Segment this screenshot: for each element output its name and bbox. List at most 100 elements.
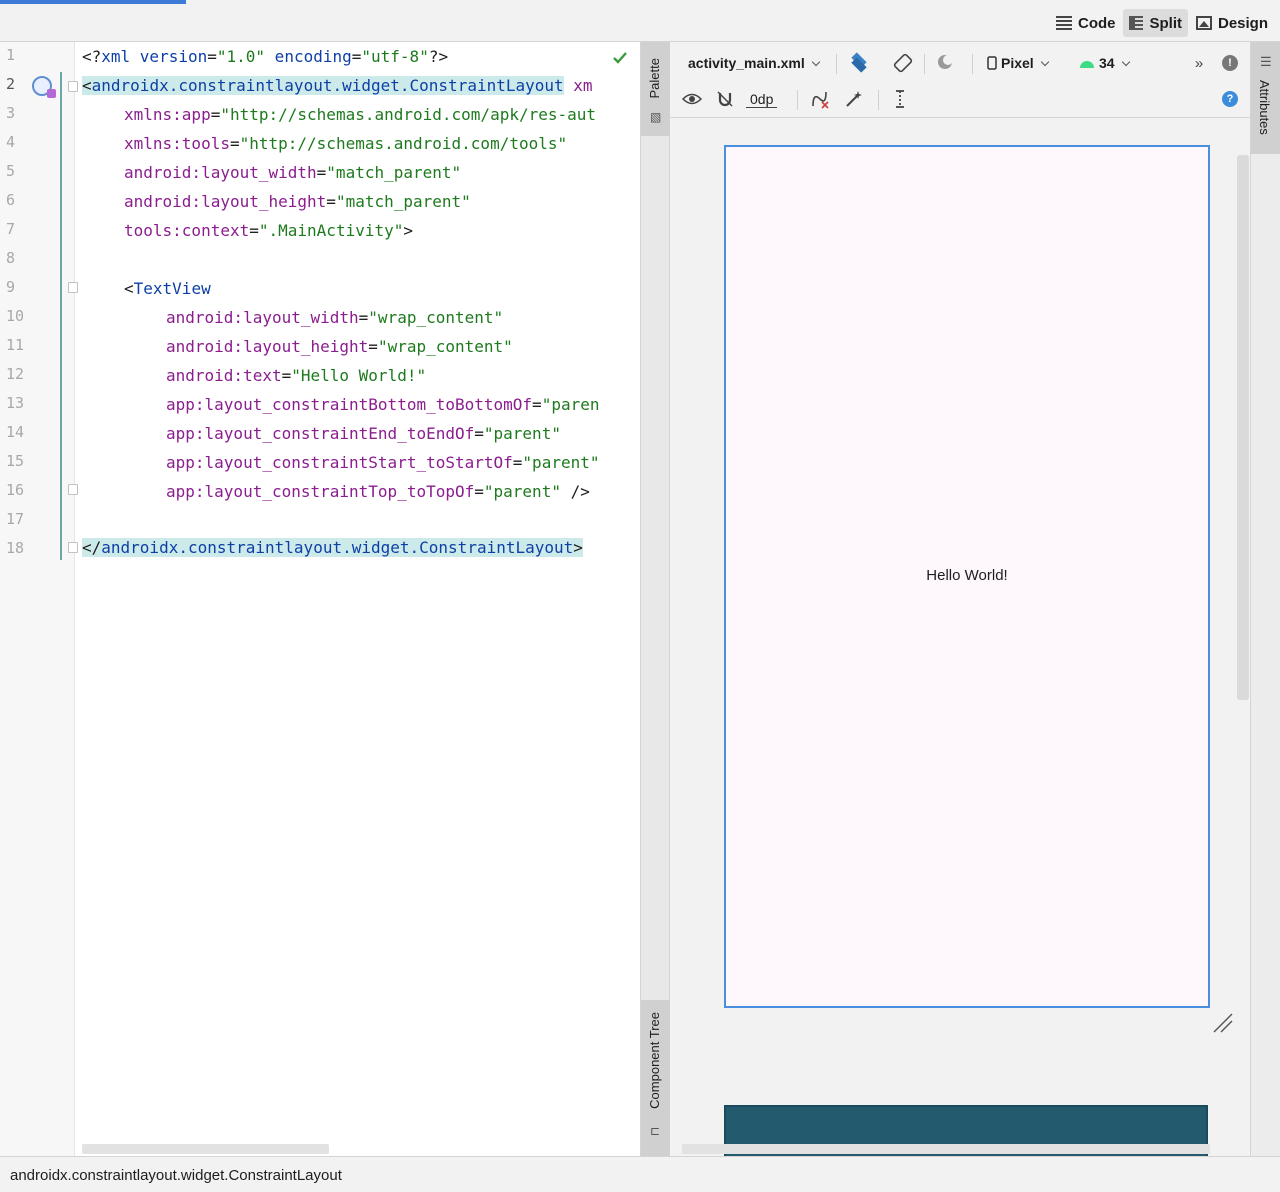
attributes-tab[interactable]: ☰ Attributes [1251,42,1280,154]
line-number: 3 [6,104,16,122]
resize-handle-icon[interactable] [1210,1010,1236,1036]
code-mode-button[interactable]: Code [1050,9,1122,37]
split-mode-label: Split [1149,14,1182,32]
api-level-label: 34 [1099,55,1115,71]
code-line-4[interactable]: xmlns:tools="http://schemas.android.com/… [124,132,567,156]
code-line-15[interactable]: app:layout_constraintStart_toStartOf="pa… [166,451,599,475]
fold-marker-icon[interactable] [68,81,78,92]
api-level-dropdown[interactable]: 34 [1079,55,1130,71]
fold-marker-icon[interactable] [68,484,78,495]
code-line-16[interactable]: app:layout_constraintTop_toTopOf="parent… [166,480,590,504]
more-icon[interactable]: » [1187,51,1211,75]
line-number: 16 [6,481,25,499]
code-line-6[interactable]: android:layout_height="match_parent" [124,190,471,214]
canvas-vertical-scrollbar[interactable] [1237,155,1249,700]
code-line-5[interactable]: android:layout_width="match_parent" [124,161,461,185]
eye-icon [682,93,702,105]
view-options-button[interactable] [680,87,704,111]
right-tool-strip: ☰ Attributes [1250,42,1280,1156]
chevron-down-icon [1121,57,1130,66]
code-line-9[interactable]: <TextView [124,277,211,301]
help-button[interactable]: ? [1218,87,1242,111]
orientation-button[interactable] [891,51,915,75]
device-label: Pixel [1001,55,1034,71]
default-margin-label: 0dp [746,91,778,108]
palette-icon: ▧ [650,110,662,124]
code-line-12[interactable]: android:text="Hello World!" [166,364,426,388]
device-dropdown[interactable]: Pixel [987,55,1049,71]
chevron-down-icon [1040,57,1049,66]
line-number: 1 [6,46,16,64]
split-mode-button[interactable]: Split [1123,9,1188,37]
toolbar-separator [797,90,798,110]
split-view-icon [1129,16,1144,30]
line-number: 13 [6,394,25,412]
editor-horizontal-scrollbar[interactable] [82,1144,329,1154]
line-number: 10 [6,307,25,325]
editor-tab-indicator [0,0,186,4]
autoconnect-button[interactable] [713,87,737,111]
line-number: 6 [6,191,16,209]
default-margin-button[interactable]: 0dp [746,91,778,108]
fold-marker-icon[interactable] [68,542,78,553]
clear-constraints-button[interactable] [808,87,832,111]
line-number: 11 [6,336,25,354]
layers-icon [849,53,869,73]
code-line-10[interactable]: android:layout_width="wrap_content" [166,306,503,330]
infer-constraints-button[interactable] [842,87,866,111]
line-number: 14 [6,423,25,441]
fold-marker-icon[interactable] [68,282,78,293]
code-mode-label: Code [1077,14,1116,32]
canvas-horizontal-scrollbar[interactable] [682,1144,1210,1154]
line-number: 17 [6,510,25,528]
line-number: 5 [6,162,16,180]
line-number: 12 [6,365,25,383]
clear-constraints-icon [812,91,829,109]
code-line-11[interactable]: android:layout_height="wrap_content" [166,335,513,359]
design-toolbar-bottom: 0dp ? [670,80,1250,118]
line-number: 15 [6,452,25,470]
breadcrumb[interactable]: androidx.constraintlayout.widget.Constra… [10,1167,342,1184]
file-selector-label: activity_main.xml [688,55,805,71]
check-icon [613,52,627,64]
design-panel: activity_main.xml Pixel 34 » ! 0dp ? Hel… [670,42,1250,1165]
rotate-icon [893,53,913,73]
line-number: 2 [6,75,16,93]
code-line-18[interactable]: </androidx.constraintlayout.widget.Const… [82,536,583,560]
device-preview[interactable]: Hello World! [724,145,1210,1008]
vcs-change-marker [60,72,62,560]
layers-button[interactable] [847,51,871,75]
component-tree-icon: ⊏ [650,1124,661,1138]
night-mode-icon [938,55,953,69]
sliders-icon: ☰ [1260,54,1272,69]
night-mode-button[interactable] [934,51,958,75]
code-editor[interactable]: 1 2 3 4 5 6 7 8 9 10 11 12 13 14 15 16 1… [0,42,640,1156]
palette-tab[interactable]: Palette ▧ [641,42,670,136]
toolbar-separator [878,90,879,110]
guidelines-button[interactable] [888,87,912,111]
toolbar-separator [972,54,973,74]
line-number: 7 [6,220,16,238]
android-icon [1080,61,1094,68]
design-toolbar-top: activity_main.xml Pixel 34 » ! [670,44,1250,82]
line-number: 9 [6,278,16,296]
constraint-layout-gutter-icon[interactable] [32,76,56,98]
code-line-13[interactable]: app:layout_constraintBottom_toBottomOf="… [166,393,599,417]
code-line-7[interactable]: tools:context=".MainActivity"> [124,219,413,243]
line-number: 18 [6,539,25,557]
top-toolbar: Code Split Design [0,0,1280,42]
attributes-tab-label: Attributes [1257,80,1272,135]
code-line-14[interactable]: app:layout_constraintEnd_toEndOf="parent… [166,422,561,446]
code-line-3[interactable]: xmlns:app="http://schemas.android.com/ap… [124,103,596,127]
component-tree-tab[interactable]: Component Tree ⊏ [641,1000,670,1156]
code-line-1[interactable]: <?xml version="1.0" encoding="utf-8"?> [82,45,448,69]
info-button[interactable]: ! [1218,51,1242,75]
design-canvas[interactable]: Hello World! [670,120,1250,1165]
design-mode-button[interactable]: Design [1190,9,1274,37]
code-line-2[interactable]: <androidx.constraintlayout.widget.Constr… [82,74,593,98]
magic-wand-icon [846,91,862,107]
preview-textview[interactable]: Hello World! [726,567,1208,584]
file-selector-dropdown[interactable]: activity_main.xml [688,55,820,71]
editor-gutter [0,42,78,1156]
list-lines-icon [1055,16,1072,30]
